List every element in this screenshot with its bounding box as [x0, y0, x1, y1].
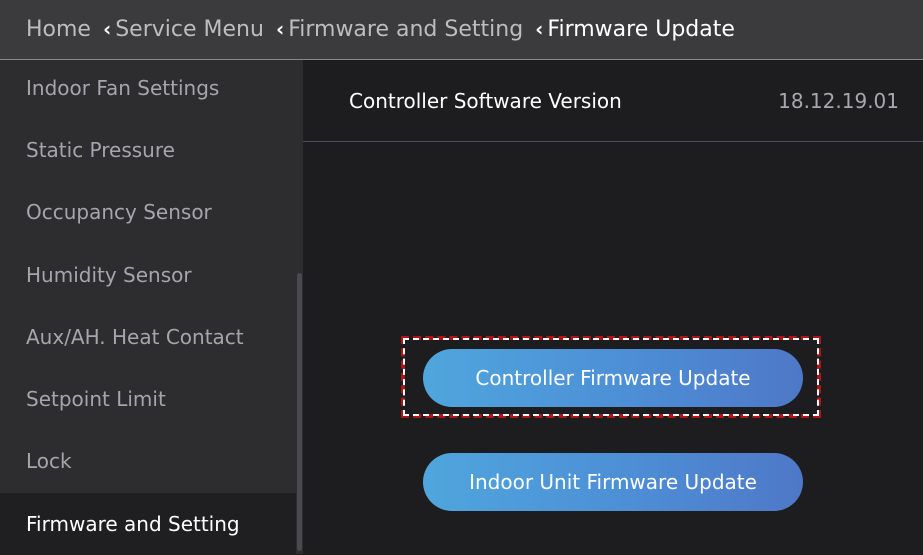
chevron-left-icon: ‹ — [102, 16, 112, 41]
sidebar-item-label: Static Pressure — [26, 138, 175, 162]
sidebar-item-firmware-and-setting[interactable]: Firmware and Setting — [0, 493, 296, 555]
breadcrumb-home[interactable]: Home — [26, 17, 91, 42]
sidebar-item-label: Setpoint Limit — [26, 387, 166, 411]
sidebar-item-humidity-sensor[interactable]: Humidity Sensor — [0, 244, 296, 306]
sidebar-item-indoor-fan-settings[interactable]: Indoor Fan Settings — [0, 57, 296, 119]
sidebar-item-aux-heat-contact[interactable]: Aux/AH. Heat Contact — [0, 306, 296, 368]
sidebar-item-label: Indoor Fan Settings — [26, 76, 220, 100]
breadcrumb-service-menu[interactable]: ‹ Service Menu — [102, 16, 264, 43]
breadcrumb-firmware-update: ‹ Firmware Update — [535, 16, 735, 43]
breadcrumb-home-label: Home — [26, 17, 91, 42]
breadcrumb-firmware-and-setting-label: Firmware and Setting — [288, 17, 524, 42]
version-label: Controller Software Version — [349, 89, 622, 113]
scrollbar-thumb[interactable] — [297, 273, 302, 551]
sidebar: Indoor Fan Settings Static Pressure Occu… — [0, 57, 303, 555]
breadcrumb-service-menu-label: Service Menu — [115, 17, 264, 42]
main-panel: Controller Software Version 18.12.19.01 … — [303, 60, 923, 554]
page-title: Firmware Update — [547, 17, 735, 42]
breadcrumb-firmware-and-setting[interactable]: ‹ Firmware and Setting — [275, 16, 524, 43]
sidebar-item-label: Aux/AH. Heat Contact — [26, 325, 244, 349]
sidebar-item-label: Firmware and Setting — [26, 512, 240, 536]
sidebar-item-label: Lock — [26, 449, 72, 473]
version-row: Controller Software Version 18.12.19.01 — [303, 60, 923, 142]
version-value: 18.12.19.01 — [778, 89, 899, 113]
sidebar-item-setpoint-limit[interactable]: Setpoint Limit — [0, 368, 296, 430]
sidebar-item-label: Humidity Sensor — [26, 263, 192, 287]
sidebar-item-occupancy-sensor[interactable]: Occupancy Sensor — [0, 181, 296, 243]
chevron-left-icon: ‹ — [275, 16, 285, 41]
indoor-unit-firmware-update-button[interactable]: Indoor Unit Firmware Update — [423, 453, 803, 511]
controller-firmware-update-button[interactable]: Controller Firmware Update — [423, 349, 803, 407]
sidebar-item-static-pressure[interactable]: Static Pressure — [0, 119, 296, 181]
sidebar-item-label: Occupancy Sensor — [26, 200, 212, 224]
chevron-left-icon: ‹ — [535, 16, 544, 41]
sidebar-item-lock[interactable]: Lock — [0, 430, 296, 492]
breadcrumb: Home ‹ Service Menu ‹ Firmware and Setti… — [0, 0, 923, 60]
